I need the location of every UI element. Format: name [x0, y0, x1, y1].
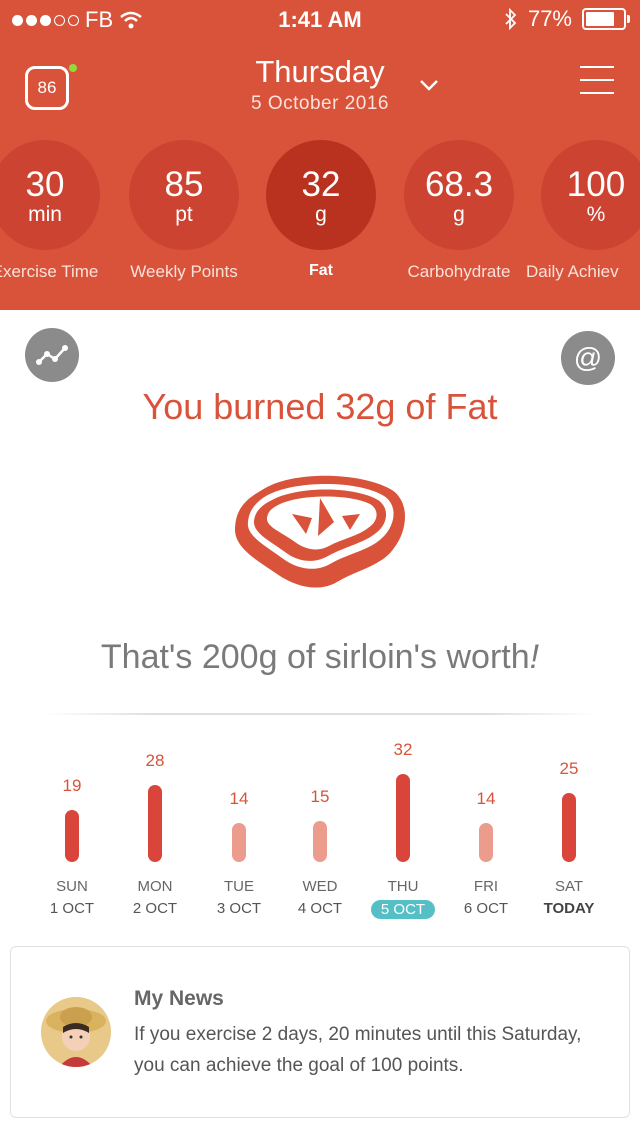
stat-unit: %	[586, 203, 606, 226]
day-date: 2 OCT	[132, 900, 178, 917]
menu-icon[interactable]	[580, 66, 614, 98]
stat-unit: g	[453, 203, 465, 226]
status-bar: FB 1:41 AM 77%	[0, 0, 640, 40]
equivalent-suffix: !	[529, 638, 540, 676]
day-name: TUE	[224, 878, 254, 895]
stat-weekly-points[interactable]: 85 pt	[129, 140, 239, 250]
day-bar	[65, 810, 79, 862]
bluetooth-icon	[505, 8, 517, 30]
day-value: 32	[393, 740, 413, 759]
day-bar	[396, 774, 410, 862]
stat-value: 32	[301, 165, 341, 204]
summary-header: FB 1:41 AM 77% 86 Thursday 5 October 201…	[0, 0, 640, 310]
steak-icon	[234, 475, 405, 588]
battery-icon	[582, 8, 630, 30]
stat-label-fat: Fat	[309, 262, 333, 279]
day-value: 14	[229, 789, 249, 808]
day-date: 6 OCT	[463, 900, 509, 917]
day-value: 14	[476, 789, 496, 808]
day-date-selected: 5 OCT	[363, 900, 443, 919]
divider	[45, 713, 595, 715]
avatar	[41, 997, 111, 1067]
stat-exercise-time[interactable]: 30 min	[0, 140, 100, 250]
day-bar	[479, 823, 493, 862]
news-card[interactable]: My News If you exercise 2 days, 20 minut…	[10, 946, 630, 1118]
day-column-wed[interactable]: 15 WED 4 OCT	[280, 730, 360, 930]
stat-value: 85	[164, 165, 204, 204]
news-title: My News	[134, 987, 224, 1010]
day-name: FRI	[473, 878, 499, 895]
day-date: 1 OCT	[49, 900, 95, 917]
day-date: 5 October 2016	[251, 93, 389, 114]
chevron-down-icon[interactable]	[418, 74, 440, 96]
day-column-fri[interactable]: 14 FRI 6 OCT	[446, 730, 526, 930]
stat-value: 100	[566, 165, 626, 204]
day-value: 19	[62, 776, 82, 795]
weekly-fat-chart: 19 SUN 1 OCT 28 MON 2 OCT 14 TUE 3 OCT 1…	[0, 730, 640, 930]
trend-icon	[36, 345, 68, 365]
trend-button[interactable]	[25, 328, 79, 382]
day-bar	[313, 821, 327, 862]
stat-value: 30	[25, 165, 65, 204]
day-column-sun[interactable]: 19 SUN 1 OCT	[32, 730, 112, 930]
day-bar	[232, 823, 246, 862]
day-title[interactable]: Thursday	[0, 54, 640, 90]
day-name: MON	[137, 878, 173, 895]
status-right: 77%	[504, 6, 630, 32]
day-name: SUN	[56, 878, 88, 895]
day-date-today: TODAY	[543, 900, 595, 917]
at-icon: @	[573, 342, 603, 373]
day-name: THU	[387, 878, 419, 895]
equivalent-main: That's 200g of sirloin's worth	[100, 638, 530, 676]
share-at-button[interactable]: @	[561, 331, 615, 385]
day-bar	[562, 793, 576, 862]
stat-unit: pt	[175, 203, 193, 226]
child-avatar-image	[41, 997, 111, 1067]
day-bar	[148, 785, 162, 862]
stat-fat[interactable]: 32 g	[266, 140, 376, 250]
day-name: SAT	[554, 878, 584, 895]
day-column-sat[interactable]: 25 SAT TODAY	[529, 730, 609, 930]
day-column-thu[interactable]: 32 THU 5 OCT	[363, 730, 443, 930]
day-date: 3 OCT	[216, 900, 262, 917]
stat-carbohydrate[interactable]: 68.3 g	[404, 140, 514, 250]
equivalent-text: That's 200g of sirloin's worth!	[0, 638, 640, 677]
day-name: WED	[302, 878, 338, 895]
stat-label-carbohydrate: Carbohydrate	[407, 262, 511, 281]
headline: You burned 32g of Fat	[142, 386, 498, 427]
stat-value: 68.3	[424, 165, 494, 204]
stat-unit: g	[315, 203, 327, 226]
day-column-tue[interactable]: 14 TUE 3 OCT	[199, 730, 279, 930]
stat-label-weekly-points: Weekly Points	[130, 262, 238, 281]
news-body: If you exercise 2 days, 20 minutes until…	[134, 1024, 582, 1076]
day-column-mon[interactable]: 28 MON 2 OCT	[115, 730, 195, 930]
day-value: 15	[310, 787, 330, 806]
stat-unit: min	[28, 203, 62, 226]
stat-daily-achievement[interactable]: 100 %	[541, 140, 640, 250]
day-value: 25	[559, 759, 579, 778]
day-value: 28	[145, 751, 165, 770]
battery-level	[586, 12, 614, 26]
stat-label-daily-achievement: Daily Achiev	[526, 262, 619, 281]
day-date: 4 OCT	[297, 900, 343, 917]
battery-percent: 77%	[527, 6, 572, 31]
